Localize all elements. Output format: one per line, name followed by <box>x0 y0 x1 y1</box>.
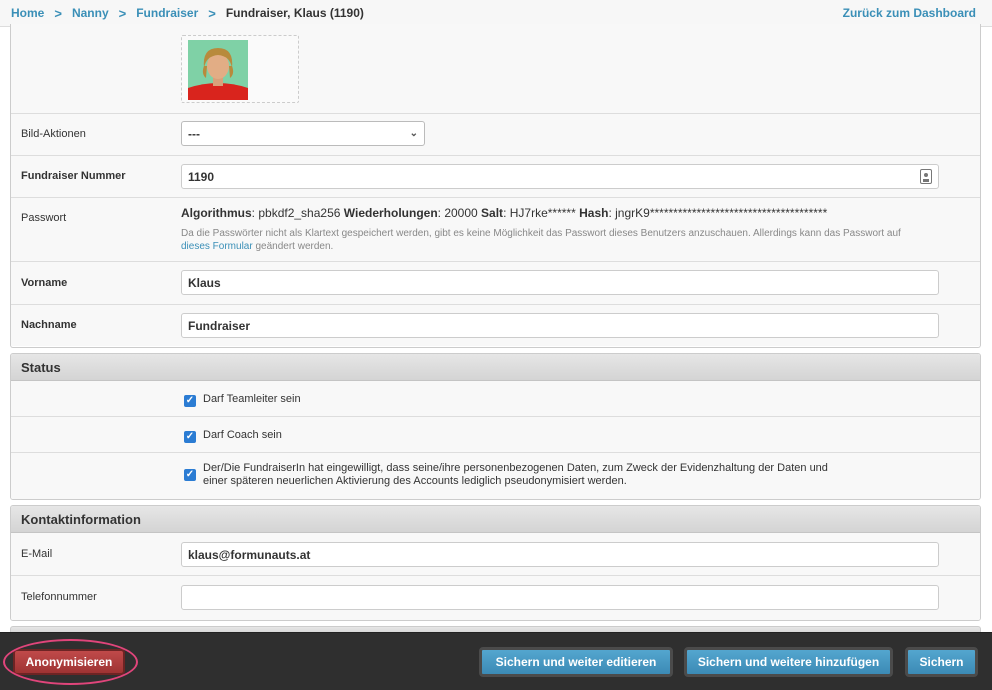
telefon-row: Telefonnummer <box>11 576 980 620</box>
nachname-label: Nachname <box>21 319 77 331</box>
breadcrumb-nanny[interactable]: Nanny <box>72 6 109 20</box>
fundraiser-nummer-row: Fundraiser Nummer 1190 <box>11 156 980 198</box>
photo-row <box>11 24 980 114</box>
save-and-continue-button[interactable]: Sichern und weiter editieren <box>479 647 673 677</box>
teamleiter-label: Darf Teamleiter sein <box>203 393 301 405</box>
passwort-row: Passwort Algorithmus: pbkdf2_sha256 Wied… <box>11 198 980 262</box>
coach-label: Darf Coach sein <box>203 429 282 441</box>
fundraiser-nummer-value: 1190 <box>188 169 215 184</box>
breadcrumb-home[interactable]: Home <box>11 6 44 20</box>
bild-aktionen-row: Bild-Aktionen --- ⌄ <box>11 114 980 156</box>
status-section-title: Status <box>11 354 980 381</box>
salt-label: Salt <box>481 206 504 220</box>
consent-row: ✓ Der/Die FundraiserIn hat eingewilligt,… <box>11 453 980 499</box>
bild-aktionen-label: Bild-Aktionen <box>21 128 86 140</box>
consent-label-line1: Der/Die FundraiserIn hat eingewilligt, d… <box>203 462 828 474</box>
consent-label-line2: einer späteren neuerlichen Aktivierung d… <box>203 475 627 487</box>
algorithm-label: Algorithmus <box>181 206 252 220</box>
hash-label: Hash <box>579 206 609 220</box>
fundraiser-nummer-input[interactable]: 1190 <box>181 164 939 189</box>
iterations-label: Wiederholungen <box>343 206 438 220</box>
save-and-add-another-button[interactable]: Sichern und weitere hinzufügen <box>684 647 893 677</box>
breadcrumb-separator: > <box>118 5 127 21</box>
telefon-label: Telefonnummer <box>21 591 97 603</box>
password-help-suffix: geändert werden. <box>255 241 334 252</box>
password-hash-info: Algorithmus: pbkdf2_sha256 Wiederholunge… <box>181 206 828 220</box>
nachname-value: Fundraiser <box>188 318 251 333</box>
nachname-input[interactable]: Fundraiser <box>181 313 939 338</box>
password-help-body: Da die Passwörter nicht als Klartext ges… <box>181 228 901 239</box>
hash-value: jngrK9**********************************… <box>615 206 828 220</box>
kontakt-section: Kontaktinformation E-Mail klaus@formunau… <box>10 505 981 621</box>
email-value: klaus@formunauts.at <box>188 547 311 562</box>
back-to-dashboard-link[interactable]: Zurück zum Dashboard <box>843 6 981 20</box>
nachname-row: Nachname Fundraiser <box>11 305 980 346</box>
email-row: E-Mail klaus@formunauts.at <box>11 533 980 576</box>
bild-aktionen-select[interactable]: --- ⌄ <box>181 121 425 146</box>
chevron-down-icon: ⌄ <box>409 128 418 139</box>
vorname-input[interactable]: Klaus <box>181 270 939 295</box>
coach-row: ✓ Darf Coach sein <box>11 417 980 453</box>
checkbox-teamleiter[interactable]: ✓ <box>184 395 196 407</box>
fundraiser-nummer-label: Fundraiser Nummer <box>21 170 126 182</box>
photo-thumbnail <box>181 35 299 103</box>
kontakt-section-title: Kontaktinformation <box>11 506 980 533</box>
email-input[interactable]: klaus@formunauts.at <box>181 542 939 567</box>
iterations-value: 20000 <box>444 206 478 220</box>
vorname-row: Vorname Klaus <box>11 262 980 305</box>
passwort-label: Passwort <box>21 212 67 224</box>
checkbox-consent[interactable]: ✓ <box>184 469 196 481</box>
telefon-input[interactable] <box>181 585 939 610</box>
teamleiter-row: ✓ Darf Teamleiter sein <box>11 381 980 417</box>
submit-row: Anonymisieren Sichern und weiter editier… <box>0 632 992 690</box>
breadcrumb: Home > Nanny > Fundraiser > Fundraiser, … <box>0 0 992 27</box>
password-change-form-link[interactable]: dieses Formular <box>181 241 253 252</box>
id-card-icon[interactable] <box>920 169 932 184</box>
salt-value: HJ7rke****** <box>509 206 576 220</box>
breadcrumb-current: Fundraiser, Klaus (1190) <box>225 6 364 20</box>
breadcrumb-separator: > <box>208 5 216 21</box>
vorname-label: Vorname <box>21 277 68 289</box>
checkbox-coach[interactable]: ✓ <box>184 431 196 443</box>
breadcrumb-separator: > <box>54 5 62 21</box>
save-button[interactable]: Sichern <box>905 647 978 677</box>
password-help-text: Da die Passwörter nicht als Klartext ges… <box>181 227 921 253</box>
profile-photo <box>188 40 248 100</box>
status-section: Status ✓ Darf Teamleiter sein ✓ Darf Coa… <box>10 353 981 500</box>
general-section: Bild-Aktionen --- ⌄ Fundraiser Nummer 11… <box>10 24 981 348</box>
bild-aktionen-value: --- <box>188 126 200 141</box>
email-label: E-Mail <box>21 548 53 560</box>
highlight-circle <box>3 639 138 685</box>
breadcrumb-fundraiser[interactable]: Fundraiser <box>136 6 198 20</box>
algorithm-value: pbkdf2_sha256 <box>258 206 341 220</box>
vorname-value: Klaus <box>188 275 221 290</box>
